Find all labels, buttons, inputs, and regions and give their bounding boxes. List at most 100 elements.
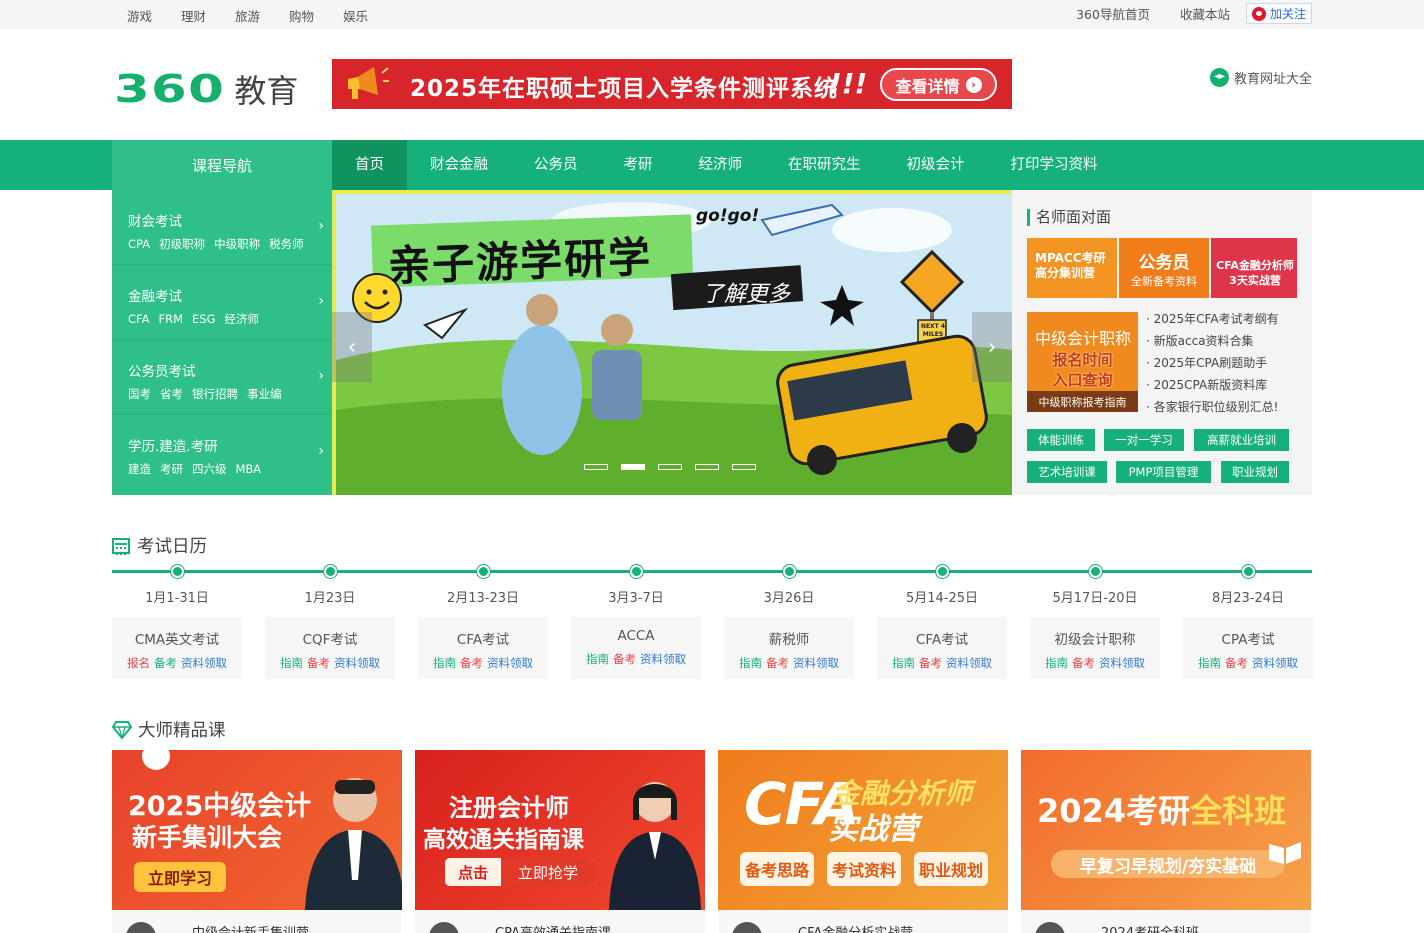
chip-materials[interactable]: 考试资料	[827, 852, 901, 886]
course-card-intermediate[interactable]: 2025中级会计 新手集训大会 立即学习	[112, 750, 402, 910]
news-item[interactable]: · 新版acca资料合集	[1146, 332, 1279, 354]
sidemenu-sub[interactable]: CPA	[128, 237, 150, 251]
exam-link[interactable]: 资料领取	[181, 656, 227, 670]
sidemenu-sub[interactable]: 初级职称	[159, 237, 205, 251]
chip-strategy[interactable]: 备考思路	[740, 852, 814, 886]
exam-link[interactable]: 指南	[586, 652, 609, 666]
carousel-dot-active[interactable]	[621, 464, 645, 470]
exam-card[interactable]: ACCA 指南 备考 资料领取	[571, 617, 701, 679]
exam-link[interactable]: 报名	[127, 656, 150, 670]
exam-link[interactable]: 备考	[613, 652, 636, 666]
course-card-postgrad[interactable]: 2024考研全科班 早复习早规划/夯实基础	[1021, 750, 1311, 910]
course-card-cfa[interactable]: CFA 金融分析师 实战营 备考思路 考试资料 职业规划	[718, 750, 1008, 910]
exam-card[interactable]: CFA考试 指南 备考 资料领取	[877, 617, 1007, 679]
tag-career[interactable]: 职业规划	[1221, 461, 1289, 483]
nav-item-finance[interactable]: 财会金融	[407, 140, 511, 190]
sidemenu-sub[interactable]: 银行招聘	[192, 387, 238, 401]
grab-course-button[interactable]: 点击 立即抢学	[445, 858, 595, 886]
intermediate-accounting-promo[interactable]: 中级会计职称 报名时间 入口查询 中级职称报考指南	[1027, 312, 1138, 412]
exam-link[interactable]: 指南	[1045, 656, 1068, 670]
news-item[interactable]: · 2025CPA新版资料库	[1146, 376, 1279, 398]
bookmark-link[interactable]: 收藏本站	[1180, 4, 1230, 23]
tag-art[interactable]: 艺术培训课	[1027, 461, 1107, 483]
exam-link[interactable]: 资料领取	[640, 652, 686, 666]
course-caption-row[interactable]: 中级会计新手集训营	[112, 910, 402, 933]
sidemenu-sub[interactable]: 考研	[160, 462, 183, 476]
follow-button[interactable]: 加关注	[1245, 3, 1312, 24]
exam-card[interactable]: CMA英文考试 报名 备考 资料领取	[112, 617, 242, 679]
exam-link[interactable]: 指南	[739, 656, 762, 670]
edu-directory-link[interactable]: 教育网址大全	[1210, 68, 1312, 87]
exam-card[interactable]: 初级会计职称 指南 备考 资料领取	[1030, 617, 1160, 679]
carousel-prev-button[interactable]: ‹	[332, 312, 372, 382]
course-nav-title[interactable]: 课程导航	[112, 140, 332, 190]
carousel-next-button[interactable]: ›	[972, 312, 1012, 382]
top-link-travel[interactable]: 旅游	[235, 6, 260, 25]
sidemenu-sub[interactable]: 经济师	[224, 312, 259, 326]
sidemenu-item-finance[interactable]: 金融考试 CFA FRM ESG 经济师 ›	[112, 265, 332, 340]
top-link-finance[interactable]: 理财	[181, 6, 206, 25]
top-link-games[interactable]: 游戏	[127, 6, 152, 25]
top-link-shopping[interactable]: 购物	[289, 6, 314, 25]
nav-item-parttime-grad[interactable]: 在职研究生	[765, 140, 884, 190]
header-ad-banner[interactable]: 2025年在职硕士项目入学条件测评系统 !!! 查看详情 ›	[332, 59, 1012, 109]
sidemenu-item-accounting[interactable]: 财会考试 CPA 初级职称 中级职称 税务师 ›	[112, 190, 332, 265]
exam-link[interactable]: 备考	[766, 656, 789, 670]
tag-employment[interactable]: 高薪就业培训	[1194, 429, 1289, 451]
course-caption-row[interactable]: CPA高效通关指南课	[415, 910, 705, 933]
sidemenu-sub[interactable]: 国考	[128, 387, 151, 401]
sidemenu-item-education[interactable]: 学历.建造.考研 建造 考研 四六级 MBA ›	[112, 415, 332, 490]
carousel-dot[interactable]	[695, 464, 719, 470]
exam-link[interactable]: 资料领取	[1252, 656, 1298, 670]
study-now-button[interactable]: 立即学习	[134, 862, 226, 892]
chip-career[interactable]: 职业规划	[914, 852, 988, 886]
tag-one-on-one[interactable]: 一对一学习	[1104, 429, 1184, 451]
sidemenu-sub[interactable]: MBA	[236, 462, 262, 476]
promo-cfa[interactable]: CFA金融分析师 3天实战营	[1211, 238, 1297, 298]
exam-card[interactable]: CQF考试 指南 备考 资料领取	[265, 617, 395, 679]
carousel-more[interactable]: 了解更多	[702, 276, 790, 308]
sidemenu-item-civil-service[interactable]: 公务员考试 国考 省考 银行招聘 事业编 ›	[112, 340, 332, 415]
exam-card[interactable]: CPA考试 指南 备考 资料领取	[1183, 617, 1313, 679]
sidemenu-sub[interactable]: 建造	[128, 462, 151, 476]
course-caption-row[interactable]: 2024考研全科班	[1021, 910, 1311, 933]
carousel-dot[interactable]	[584, 464, 608, 470]
exam-link[interactable]: 资料领取	[1099, 656, 1145, 670]
sidemenu-sub[interactable]: 中级职称	[214, 237, 260, 251]
hero-carousel[interactable]: 亲子游学研学 go!go! 了解更多 NEXT 4 MILES ‹ ›	[332, 190, 1012, 495]
carousel-dot[interactable]	[658, 464, 682, 470]
tag-fitness[interactable]: 体能训练	[1027, 429, 1095, 451]
nav-home-link[interactable]: 360导航首页	[1076, 4, 1150, 23]
nav-item-home[interactable]: 首页	[332, 140, 407, 190]
sidemenu-sub[interactable]: 税务师	[269, 237, 304, 251]
site-logo[interactable]: 360 教育	[114, 66, 298, 112]
exam-link[interactable]: 备考	[919, 656, 942, 670]
tag-pmp[interactable]: PMP项目管理	[1116, 461, 1211, 483]
sidemenu-sub[interactable]: ESG	[192, 312, 215, 326]
promo-mpacc[interactable]: MPACC考研 高分集训营	[1027, 238, 1117, 298]
exam-card[interactable]: 薪税师 指南 备考 资料领取	[724, 617, 854, 679]
sidemenu-sub[interactable]: CFA	[128, 312, 149, 326]
exam-link[interactable]: 资料领取	[334, 656, 380, 670]
news-item[interactable]: · 各家银行职位级别汇总!	[1146, 398, 1279, 420]
exam-link[interactable]: 指南	[433, 656, 456, 670]
news-item[interactable]: · 2025年CPA刷题助手	[1146, 354, 1279, 376]
exam-link[interactable]: 资料领取	[946, 656, 992, 670]
exam-link[interactable]: 备考	[1072, 656, 1095, 670]
banner-detail-button[interactable]: 查看详情 ›	[880, 68, 997, 101]
exam-card[interactable]: CFA考试 指南 备考 资料领取	[418, 617, 548, 679]
top-link-entertainment[interactable]: 娱乐	[343, 6, 368, 25]
exam-link[interactable]: 备考	[1225, 656, 1248, 670]
sidemenu-sub[interactable]: FRM	[158, 312, 183, 326]
news-item[interactable]: · 2025年CFA考试考纲有	[1146, 310, 1279, 332]
exam-link[interactable]: 指南	[1198, 656, 1221, 670]
exam-link[interactable]: 指南	[892, 656, 915, 670]
exam-link[interactable]: 备考	[307, 656, 330, 670]
nav-item-postgrad[interactable]: 考研	[601, 140, 676, 190]
course-caption-row[interactable]: CFA金融分析实战营	[718, 910, 1008, 933]
exam-link[interactable]: 资料领取	[487, 656, 533, 670]
nav-item-print-materials[interactable]: 打印学习资料	[988, 140, 1121, 190]
course-card-cpa[interactable]: 注册会计师 高效通关指南课 点击 立即抢学	[415, 750, 705, 910]
exam-link[interactable]: 备考	[460, 656, 483, 670]
exam-link[interactable]: 资料领取	[793, 656, 839, 670]
